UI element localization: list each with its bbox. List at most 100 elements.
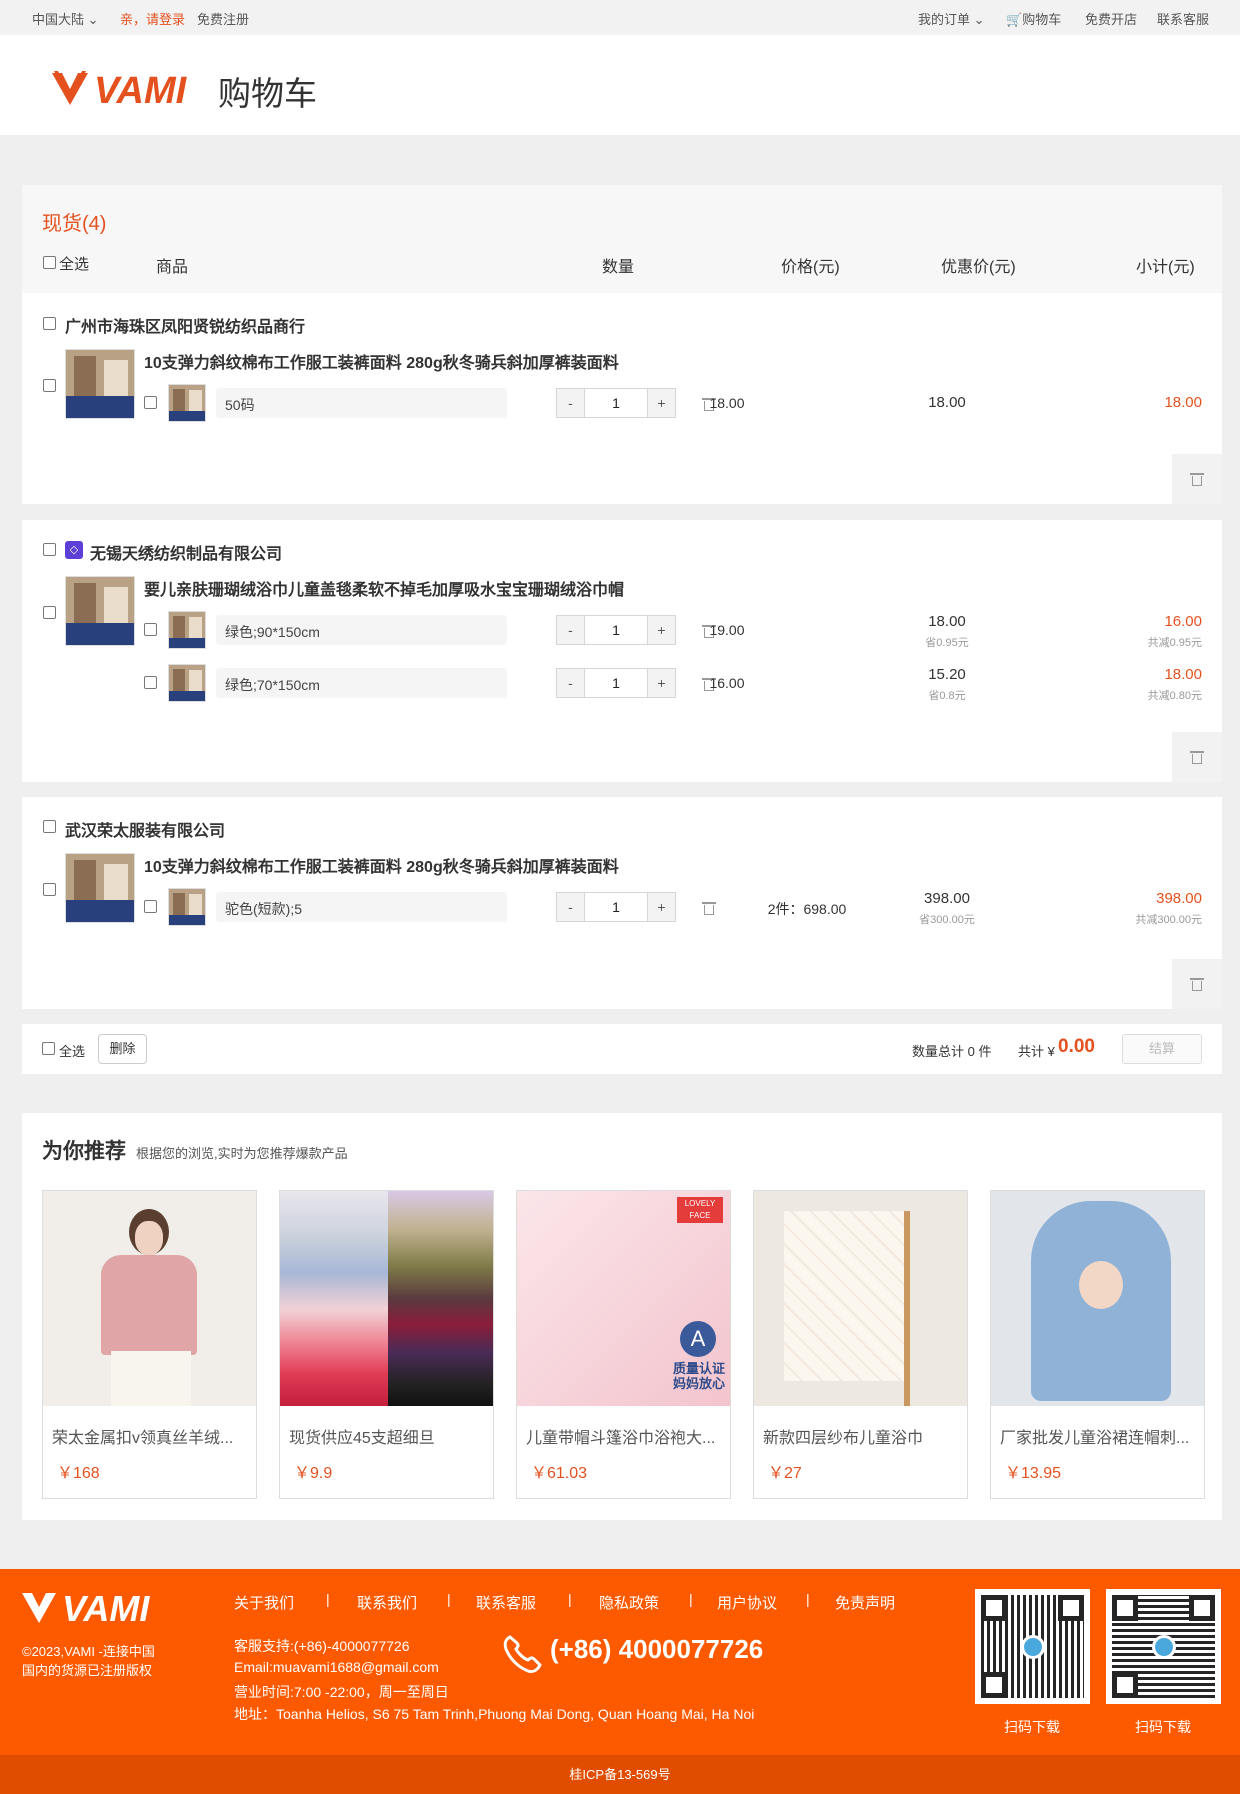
footer-link-service[interactable]: 联系客服 bbox=[476, 1592, 536, 1613]
quantity-stepper[interactable]: - 1 + bbox=[556, 388, 676, 418]
sku-checkbox[interactable] bbox=[144, 396, 157, 409]
recommend-card[interactable]: 现货供应45支超细旦 ￥9.9 bbox=[279, 1190, 494, 1499]
product-title[interactable]: 要儿亲肤珊瑚绒浴巾儿童盖毯柔软不掉毛加厚吸水宝宝珊瑚绒浴巾帽 bbox=[144, 576, 624, 600]
cart-link[interactable]: 🛒购物车 bbox=[1006, 9, 1061, 28]
footer-link-about[interactable]: 关于我们 bbox=[234, 1592, 294, 1613]
shop-card: 武汉荣太服装有限公司 10支弹力斜纹棉布工作服工装裤面料 280g秋冬骑兵斜加厚… bbox=[22, 797, 1222, 1009]
qty-input[interactable]: 1 bbox=[585, 616, 647, 644]
sku-spec[interactable]: 绿色;70*150cm bbox=[216, 668, 507, 698]
col-qty: 数量 bbox=[602, 259, 635, 276]
sku-price: 2件：698.00 bbox=[767, 901, 847, 917]
qty-plus-button[interactable]: + bbox=[647, 669, 675, 697]
recommend-card[interactable]: 荣太金属扣v领真丝羊绒... ￥168 bbox=[42, 1190, 257, 1499]
sku-spec[interactable]: 绿色;90*150cm bbox=[216, 615, 507, 645]
select-all-checkbox[interactable] bbox=[43, 256, 56, 269]
sku-checkbox[interactable] bbox=[144, 623, 157, 636]
shop-name[interactable]: 武汉荣太服装有限公司 bbox=[65, 817, 225, 841]
login-link[interactable]: 亲，请登录 bbox=[120, 9, 185, 28]
footer-link-disclaimer[interactable]: 免责声明 bbox=[835, 1592, 895, 1613]
sku-spec[interactable]: 50码 bbox=[216, 388, 507, 418]
sku-subtotal-note: 共减300.00元 bbox=[1135, 914, 1202, 926]
qty-plus-button[interactable]: + bbox=[647, 893, 675, 921]
qty-minus-button[interactable]: - bbox=[557, 893, 585, 921]
product-name: 新款四层纱布儿童浴巾 bbox=[763, 1430, 924, 1447]
product-checkbox[interactable] bbox=[43, 883, 56, 896]
footer-logo[interactable]: VAMI bbox=[20, 1587, 170, 1627]
register-link[interactable]: 免费注册 bbox=[197, 9, 249, 28]
hours-line: 营业时间:7:00 -22:00，周一至周日 bbox=[234, 1684, 449, 1700]
qty-minus-button[interactable]: - bbox=[557, 669, 585, 697]
col-discount: 优惠价(元) bbox=[941, 259, 1016, 276]
hotline-number[interactable]: (+86) 4000077726 bbox=[550, 1634, 763, 1665]
delete-selected-button[interactable]: 删除 bbox=[98, 1034, 147, 1064]
copyright-line2: 国内的货源已注册版权 bbox=[22, 1663, 153, 1678]
sku-subtotal-note: 共减0.95元 bbox=[1147, 637, 1202, 649]
select-all-checkbox[interactable] bbox=[42, 1042, 55, 1055]
sku-spec[interactable]: 驼色(短款);5 bbox=[216, 892, 507, 922]
product-checkbox[interactable] bbox=[43, 606, 56, 619]
recommend-card[interactable]: 新款四层纱布儿童浴巾 ￥27 bbox=[753, 1190, 968, 1499]
recommend-card[interactable]: LOVELY FACE A 质量认证 妈妈放心 儿童带帽斗篷浴巾浴袍大... ￥6… bbox=[516, 1190, 731, 1499]
sku-thumbnail bbox=[168, 664, 206, 702]
sku-subtotal: 16.00 bbox=[1164, 613, 1202, 630]
shop-name[interactable]: 无锡天绣纺织制品有限公司 bbox=[90, 540, 282, 564]
qty-minus-button[interactable]: - bbox=[557, 389, 585, 417]
qty-plus-button[interactable]: + bbox=[647, 616, 675, 644]
sku-checkbox[interactable] bbox=[144, 900, 157, 913]
quantity-stepper[interactable]: - 1 + bbox=[556, 892, 676, 922]
delete-shop-button[interactable] bbox=[1172, 732, 1222, 782]
open-shop-link[interactable]: 免费开店 bbox=[1085, 9, 1137, 28]
footer-link-contact[interactable]: 联系我们 bbox=[357, 1592, 417, 1613]
sku-thumbnail bbox=[168, 888, 206, 926]
qty-input[interactable]: 1 bbox=[585, 893, 647, 921]
address-line: 地址：Toanha Helios, S6 75 Tam Trinh,Phuong… bbox=[234, 1706, 755, 1722]
product-thumbnail[interactable] bbox=[65, 853, 135, 923]
email-line[interactable]: Email:muavami1688@gmail.com bbox=[234, 1659, 439, 1675]
delete-shop-button[interactable] bbox=[1172, 959, 1222, 1009]
shop-checkbox[interactable] bbox=[43, 820, 56, 833]
qty-input[interactable]: 1 bbox=[585, 669, 647, 697]
quantity-stepper[interactable]: - 1 + bbox=[556, 668, 676, 698]
shop-card: 广州市海珠区凤阳贤锐纺织品商行 10支弹力斜纹棉布工作服工装裤面料 280g秋冬… bbox=[22, 293, 1222, 504]
trash-icon[interactable] bbox=[702, 901, 716, 915]
product-checkbox[interactable] bbox=[43, 379, 56, 392]
region-selector[interactable]: 中国大陆 ⌄ bbox=[32, 9, 99, 28]
total-label: 共计 ¥ bbox=[1018, 1044, 1055, 1059]
settlement-bar: 全选 删除 数量总计 0 件 共计 ¥ 0.00 结算 bbox=[22, 1024, 1222, 1074]
product-image bbox=[991, 1191, 1204, 1406]
checkout-button[interactable]: 结算 bbox=[1122, 1034, 1202, 1064]
product-title[interactable]: 10支弹力斜纹棉布工作服工装裤面料 280g秋冬骑兵斜加厚裤装面料 bbox=[144, 349, 619, 373]
delete-shop-button[interactable] bbox=[1172, 454, 1222, 504]
shop-checkbox[interactable] bbox=[43, 317, 56, 330]
product-image bbox=[754, 1191, 967, 1406]
footer-link-privacy[interactable]: 隐私政策 bbox=[599, 1592, 659, 1613]
trash-icon bbox=[1190, 977, 1204, 991]
link-divider: | bbox=[568, 1591, 572, 1607]
shop-checkbox[interactable] bbox=[43, 543, 56, 556]
qr-caption-1: 扫码下载 bbox=[1004, 1719, 1060, 1735]
footer-logo-text: VAMI bbox=[62, 1588, 150, 1627]
stock-heading: 现货(4) bbox=[42, 213, 107, 235]
product-name: 荣太金属扣v领真丝羊绒... bbox=[52, 1430, 234, 1447]
product-price: ￥168 bbox=[57, 1465, 100, 1482]
footer-link-terms[interactable]: 用户协议 bbox=[717, 1592, 777, 1613]
sku-checkbox[interactable] bbox=[144, 676, 157, 689]
product-price: ￥13.95 bbox=[1005, 1465, 1062, 1482]
recommend-title: 为你推荐 bbox=[42, 1140, 126, 1163]
badge-text: LOVELY FACE bbox=[677, 1197, 723, 1223]
cart-label: 购物车 bbox=[1022, 12, 1062, 27]
qty-plus-button[interactable]: + bbox=[647, 389, 675, 417]
shop-name[interactable]: 广州市海珠区凤阳贤锐纺织品商行 bbox=[65, 313, 305, 337]
quantity-stepper[interactable]: - 1 + bbox=[556, 615, 676, 645]
vami-logo[interactable]: VAMI bbox=[50, 67, 208, 109]
recommend-subtitle: 根据您的浏览,实时为您推荐爆款产品 bbox=[136, 1146, 348, 1161]
logo-text: VAMI bbox=[94, 70, 188, 109]
recommend-card[interactable]: 厂家批发儿童浴裙连帽刺... ￥13.95 bbox=[990, 1190, 1205, 1499]
service-link[interactable]: 联系客服 bbox=[1157, 9, 1209, 28]
product-thumbnail[interactable] bbox=[65, 576, 135, 646]
product-thumbnail[interactable] bbox=[65, 349, 135, 419]
my-orders-menu[interactable]: 我的订单 ⌄ bbox=[918, 9, 985, 28]
product-title[interactable]: 10支弹力斜纹棉布工作服工装裤面料 280g秋冬骑兵斜加厚裤装面料 bbox=[144, 853, 619, 877]
qty-minus-button[interactable]: - bbox=[557, 616, 585, 644]
qty-input[interactable]: 1 bbox=[585, 389, 647, 417]
